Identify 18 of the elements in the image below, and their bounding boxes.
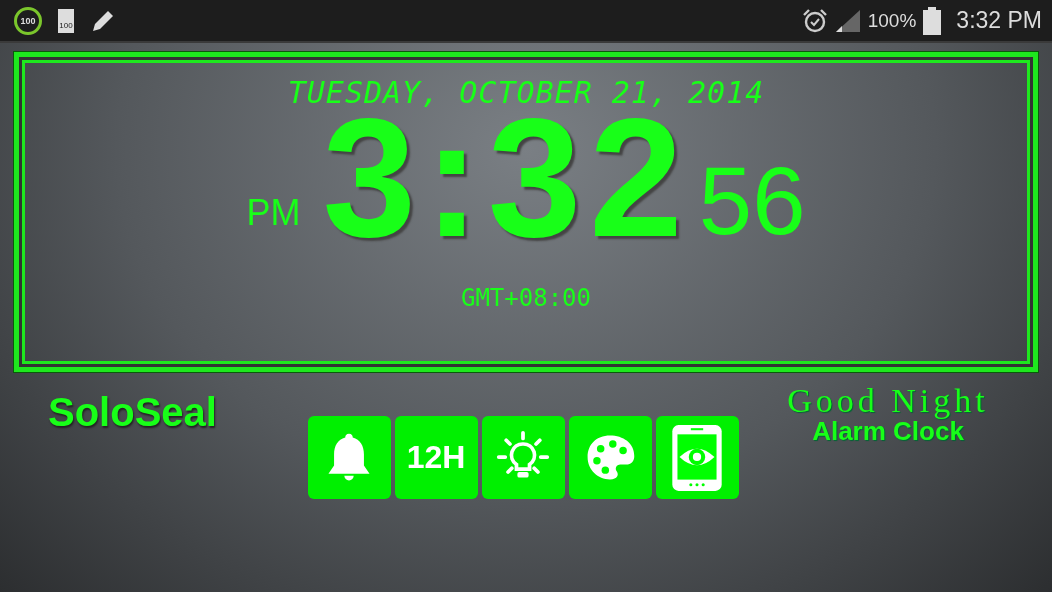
tablet-eye-button[interactable] <box>655 416 739 499</box>
app-logo-title: Good Night <box>787 382 989 420</box>
am-pm-label: PM <box>246 192 301 235</box>
brand-logo: SoloSeal <box>48 390 218 435</box>
palette-button[interactable] <box>568 416 652 499</box>
battery-level-icon: 100 <box>58 8 74 33</box>
app-logo-subtitle: Alarm Clock <box>812 420 964 444</box>
battery-icon <box>922 5 943 36</box>
date-text: TUESDAY, OCTOBER 21, 2014 <box>287 75 765 110</box>
alarm-clock-icon <box>801 7 828 34</box>
timezone-text: GMT+08:00 <box>460 284 591 312</box>
hour-format-button[interactable]: 12H <box>394 416 478 499</box>
bell-button[interactable] <box>307 416 391 499</box>
battery-percent: 100% <box>867 9 917 32</box>
status-time: 3:32 PM <box>956 7 1042 34</box>
battery-ring-icon: 100 <box>14 6 42 35</box>
clock-seconds: 56 <box>698 153 806 256</box>
light-bulb-button[interactable] <box>481 416 565 499</box>
